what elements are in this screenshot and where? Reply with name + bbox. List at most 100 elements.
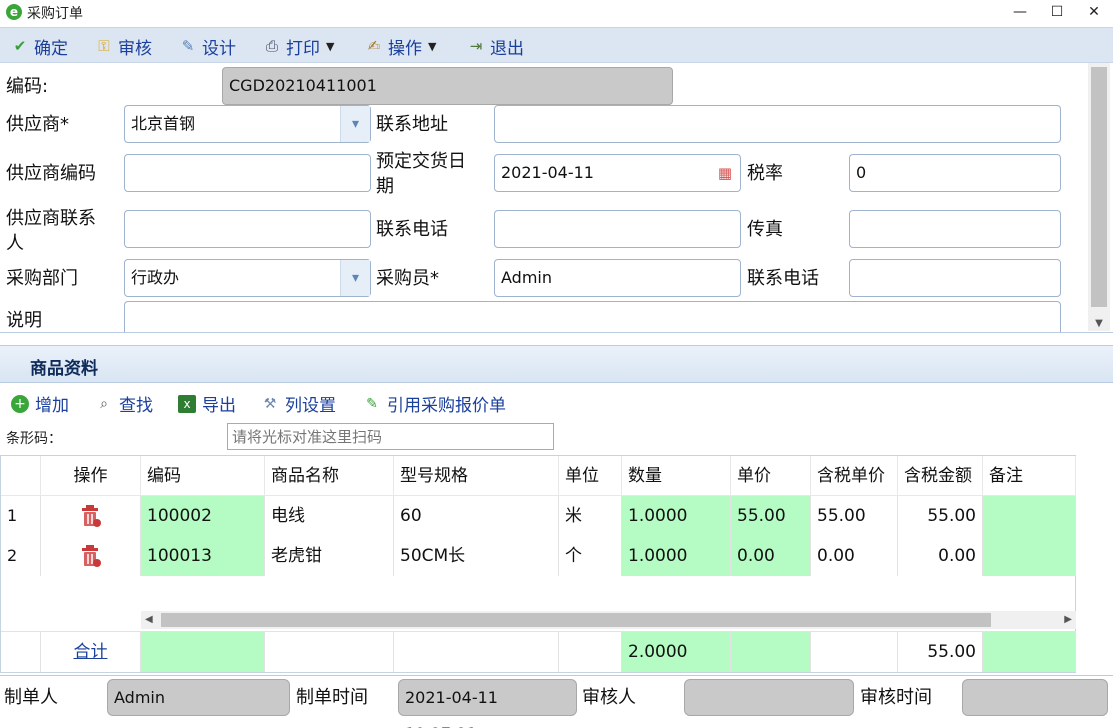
close-button[interactable]: ✕ (1076, 0, 1112, 25)
delivery-date-field[interactable]: 2021-04-11 ▦ (494, 154, 741, 192)
scroll-right-icon[interactable]: ▶ (1064, 611, 1072, 629)
column-header[interactable]: 编码 (141, 456, 265, 496)
tax-rate-field[interactable]: 0 (849, 154, 1061, 192)
print-label: 打印 (286, 38, 320, 59)
audit-time-field (962, 679, 1108, 716)
barcode-input[interactable] (227, 423, 554, 450)
total-price-cell (731, 632, 811, 672)
order-header-form: 编码: CGD20210411001 供应商* 北京首钢 ▾ 联系地址 供应商编… (0, 63, 1113, 333)
column-header[interactable]: 操作 (41, 456, 141, 496)
tax-amount-cell: 55.00 (898, 496, 983, 536)
confirm-label: 确定 (34, 38, 68, 59)
column-header[interactable]: 含税金额 (898, 456, 983, 496)
column-header[interactable]: 含税单价 (811, 456, 898, 496)
dept-select[interactable]: 行政办 ▾ (124, 259, 371, 297)
column-header[interactable]: 商品名称 (265, 456, 394, 496)
code-field: CGD20210411001 (222, 67, 673, 105)
column-header[interactable]: 型号规格 (394, 456, 559, 496)
price-cell[interactable]: 55.00 (731, 496, 811, 536)
table-row[interactable]: 2 100013 老虎钳 50CM长 个 1.0000 0.00 0.00 0.… (1, 536, 1076, 576)
grid-horizontal-scrollbar[interactable]: ◀ ▶ (141, 611, 1076, 629)
form-scrollbar[interactable]: ▼ (1088, 63, 1110, 331)
delete-row-button[interactable] (41, 496, 141, 536)
supplier-code-field[interactable] (124, 154, 371, 192)
fax-field[interactable] (849, 210, 1061, 248)
note-label: 说明 (6, 310, 42, 331)
buyer-field[interactable]: Admin (494, 259, 741, 297)
total-name-cell (265, 632, 394, 672)
pencil-icon: ✎ (366, 395, 378, 412)
trash-icon (81, 545, 101, 567)
qty-cell[interactable]: 1.0000 (622, 536, 731, 576)
chevron-down-icon[interactable]: ▾ (340, 106, 370, 142)
delivery-date-label-line2: 期 (376, 176, 394, 197)
audit-button[interactable]: ⚿ 审核 (94, 33, 152, 59)
delivery-date-label-line1: 预定交货日 (376, 151, 466, 172)
price-cell[interactable]: 0.00 (731, 536, 811, 576)
column-settings-label: 列设置 (285, 396, 336, 416)
column-header[interactable]: 单位 (559, 456, 622, 496)
tax-amount-cell: 0.00 (898, 536, 983, 576)
maker-field: Admin (107, 679, 290, 716)
key-icon: ⚿ (98, 37, 110, 55)
total-label[interactable]: 合计 (74, 642, 108, 662)
made-time-field: 2021-04-11 19:27:21 (398, 679, 577, 728)
phone2-label: 联系电话 (747, 268, 819, 289)
exit-label: 退出 (490, 38, 524, 59)
export-button[interactable]: x 导出 (178, 391, 236, 416)
address-field[interactable] (494, 105, 1061, 143)
code-cell[interactable]: 100002 (141, 496, 265, 536)
column-settings-button[interactable]: ⚒ 列设置 (261, 391, 336, 417)
spec-cell: 50CM长 (394, 536, 559, 576)
minimize-button[interactable]: — (1002, 0, 1038, 25)
name-cell: 电线 (265, 496, 394, 536)
supplier-contact-label-line1: 供应商联系 (6, 208, 96, 229)
calendar-icon[interactable]: ▦ (710, 155, 740, 191)
quote-reference-button[interactable]: ✎ 引用采购报价单 (363, 391, 506, 417)
note-field[interactable] (124, 301, 1061, 332)
supplier-code-label: 供应商编码 (6, 163, 96, 184)
scroll-down-icon[interactable]: ▼ (1088, 318, 1110, 329)
chevron-down-icon[interactable]: ▾ (340, 260, 370, 296)
order-footer: 制单人 Admin 制单时间 2021-04-11 19:27:21 审核人 审… (0, 675, 1113, 728)
print-button[interactable]: ⎙ 打印 ▼ (262, 33, 334, 59)
add-item-button[interactable]: + 增加 (11, 391, 69, 416)
barcode-label: 条形码： (6, 431, 62, 447)
column-header[interactable]: 备注 (983, 456, 1076, 496)
spec-cell: 60 (394, 496, 559, 536)
exit-button[interactable]: ⇥ 退出 (466, 33, 524, 59)
operate-button[interactable]: ✍ 操作 ▼ (364, 33, 437, 59)
note-cell[interactable] (983, 536, 1076, 576)
goods-panel-title: 商品资料 (30, 359, 98, 379)
total-link[interactable]: 合计 (41, 632, 141, 672)
table-row[interactable]: 1 100002 电线 60 米 1.0000 55.00 55.00 55.0… (1, 496, 1076, 536)
supplier-select[interactable]: 北京首钢 ▾ (124, 105, 371, 143)
find-button[interactable]: ⌕ 查找 (95, 391, 153, 417)
scroll-left-icon[interactable]: ◀ (145, 611, 153, 629)
operate-label: 操作 (388, 38, 422, 59)
chevron-down-icon: ▼ (326, 39, 335, 53)
code-cell[interactable]: 100013 (141, 536, 265, 576)
design-button[interactable]: ✎ 设计 (178, 33, 236, 59)
qty-cell[interactable]: 1.0000 (622, 496, 731, 536)
delivery-date-value: 2021-04-11 (501, 163, 594, 182)
maximize-button[interactable]: ☐ (1039, 0, 1075, 25)
delete-row-button[interactable] (41, 536, 141, 576)
main-toolbar: ✔ 确定 ⚿ 审核 ✎ 设计 ⎙ 打印 ▼ ✍ 操作 ▼ ⇥ 退出 (0, 27, 1113, 63)
unit-cell: 米 (559, 496, 622, 536)
column-header[interactable]: 数量 (622, 456, 731, 496)
excel-icon: x (178, 394, 196, 413)
auditor-field (684, 679, 854, 716)
phone-field[interactable] (494, 210, 741, 248)
total-row: 合计 2.0000 55.00 (1, 631, 1076, 672)
column-header[interactable]: 单价 (731, 456, 811, 496)
scrollbar-thumb[interactable] (1091, 67, 1107, 307)
note-cell[interactable] (983, 496, 1076, 536)
scrollbar-thumb[interactable] (161, 613, 991, 627)
supplier-contact-field[interactable] (124, 210, 371, 248)
confirm-button[interactable]: ✔ 确定 (10, 33, 68, 59)
tax-price-cell: 55.00 (811, 496, 898, 536)
phone2-field[interactable] (849, 259, 1061, 297)
supplier-value: 北京首钢 (131, 114, 196, 133)
row-number: 1 (1, 496, 41, 536)
